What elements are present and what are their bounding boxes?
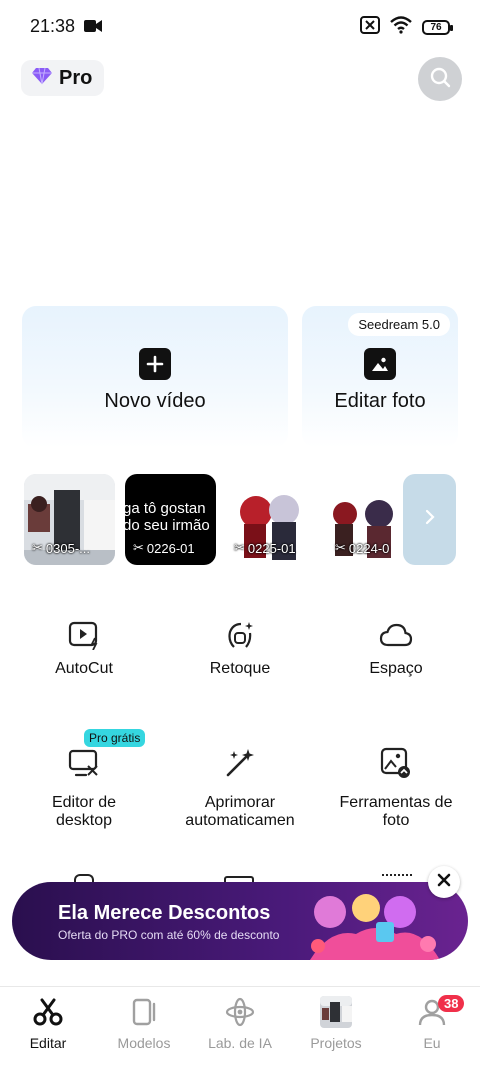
tool-label: Aprimorar automaticamen (185, 794, 295, 829)
promo-title: Ela Merece Descontos (58, 902, 271, 924)
nav-tab-templates[interactable]: Modelos (96, 997, 192, 1051)
nav-label: Editar (29, 1035, 67, 1051)
scissors-icon: ✂ (133, 540, 144, 555)
nav-label: Lab. de IA (208, 1035, 272, 1051)
recent-projects-strip: ✂ 0305-... ga tô gostan do seu irmão ✂ 022… (24, 474, 480, 565)
no-sim-icon (360, 16, 380, 39)
tool-label: Editor de desktop (51, 794, 117, 829)
project-caption: ✂ 0224-0 (335, 540, 390, 556)
notification-badge: 38 (438, 995, 465, 1012)
plus-icon (139, 348, 171, 380)
image-icon (364, 348, 396, 380)
project-caption: ✂ 0225-01 (234, 540, 296, 556)
tool-photo-tools[interactable]: Ferramentas de foto (321, 746, 471, 830)
tool-label: AutoCut (55, 660, 113, 677)
nav-tab-projects[interactable]: Projetos (288, 996, 384, 1051)
profile-icon (384, 997, 480, 1027)
wifi-icon (390, 16, 412, 39)
new-video-card[interactable]: Novo vídeo (22, 306, 288, 448)
project-thumbnail[interactable]: ga tô gostan do seu irmão ✂ 0226-01 (125, 474, 216, 565)
tool-autocut[interactable]: AutoCut (9, 618, 159, 678)
tool-label: Retoque (209, 660, 271, 677)
status-bar: 21:38 76 (0, 0, 480, 52)
gem-icon (31, 67, 53, 90)
promo-illustration (310, 894, 440, 960)
tool-label: Espaço (369, 660, 423, 677)
scissors-icon: ✂ (335, 540, 346, 555)
nav-label: Eu (423, 1035, 441, 1051)
seedream-tag: Seedream 5.0 (348, 313, 450, 336)
scissors-icon: ✂ (32, 540, 43, 555)
tool-label: Ferramentas de foto (339, 794, 453, 829)
desktop-icon (67, 746, 101, 780)
nav-tab-edit[interactable]: Editar (0, 997, 96, 1051)
nav-tab-ai-lab[interactable]: Lab. de IA (192, 997, 288, 1051)
tool-desktop-editor[interactable]: Editor de desktop (9, 746, 159, 830)
projects-thumbnail-icon (288, 996, 384, 1028)
edit-photo-label: Editar foto (334, 390, 426, 412)
promo-close-button[interactable] (428, 866, 460, 898)
ai-lab-icon (192, 997, 288, 1027)
status-time: 21:38 (30, 16, 76, 36)
edit-photo-card[interactable]: Seedream 5.0 Editar foto (302, 306, 458, 448)
nav-label: Modelos (117, 1035, 171, 1051)
bottom-nav: Editar Modelos Lab. de IA Projetos Eu 38 (0, 986, 480, 1066)
templates-icon (96, 997, 192, 1027)
more-projects-button[interactable] (403, 474, 456, 565)
project-thumbnail[interactable]: ✂ 0305-... (24, 474, 115, 565)
tool-auto-enhance[interactable]: Aprimorar automaticamen (165, 746, 315, 830)
magic-wand-icon (223, 746, 257, 780)
autocut-icon (67, 618, 101, 652)
pro-label: Pro (59, 66, 93, 89)
project-caption: ✂ 0226-01 (133, 540, 195, 556)
new-video-label: Novo vídeo (104, 390, 206, 412)
tool-retouch[interactable]: Retoque (165, 618, 315, 678)
tool-space[interactable]: Espaço (321, 618, 471, 678)
chevron-right-icon (424, 508, 436, 531)
scissors-icon (0, 997, 96, 1027)
thumbnail-overlay-text: ga tô gostan do seu irmão (125, 500, 210, 534)
nav-label: Projetos (310, 1035, 362, 1051)
project-caption: ✂ 0305-... (32, 540, 90, 556)
search-icon (429, 66, 451, 93)
promo-banner[interactable]: Ela Merece Descontos Oferta do PRO com a… (12, 882, 468, 960)
retouch-icon (223, 618, 257, 652)
project-thumbnail[interactable]: ✂ 0225-01 (226, 474, 317, 565)
nav-tab-me[interactable]: Eu 38 (384, 995, 480, 1051)
cloud-icon (379, 618, 413, 652)
video-camera-icon (84, 19, 102, 38)
promo-subtitle: Oferta do PRO com até 60% de desconto (58, 928, 280, 942)
close-icon (437, 873, 451, 892)
search-button[interactable] (418, 57, 462, 101)
pro-free-badge: Pro grátis (84, 729, 146, 747)
photo-tools-icon (379, 746, 413, 780)
scissors-icon: ✂ (234, 540, 245, 555)
pro-button[interactable]: Pro (21, 60, 105, 96)
battery-indicator: 76 (422, 20, 453, 35)
